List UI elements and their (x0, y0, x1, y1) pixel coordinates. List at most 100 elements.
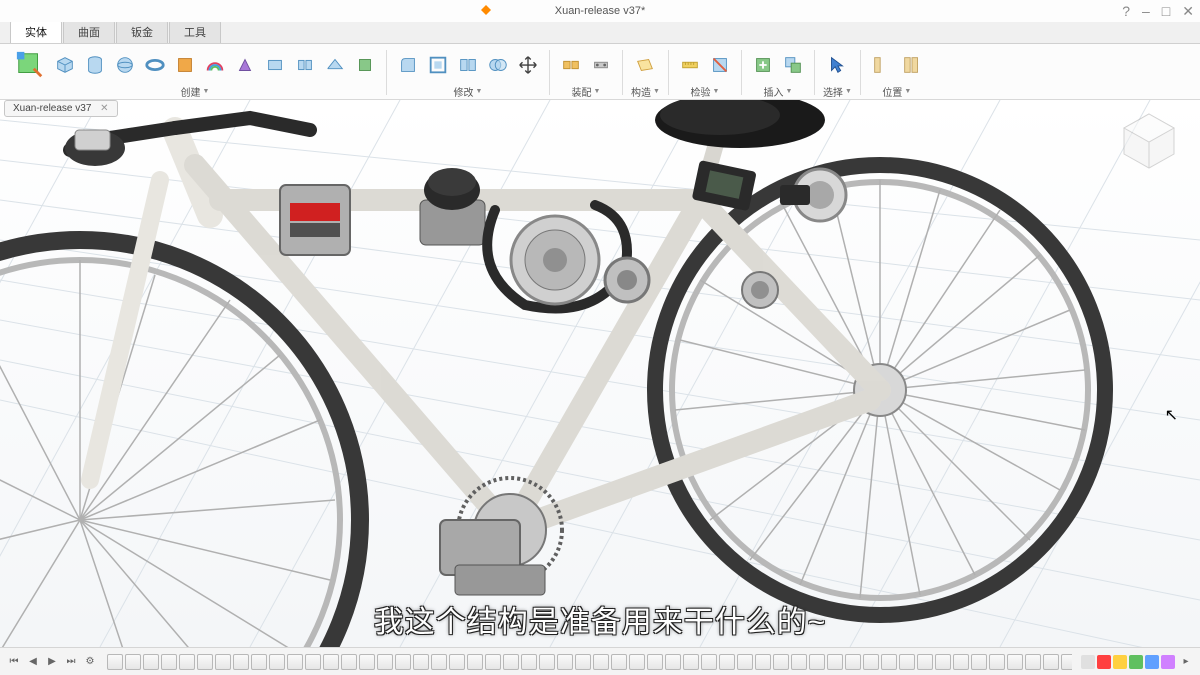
timeline-feature[interactable] (575, 654, 591, 670)
timeline-feature[interactable] (467, 654, 483, 670)
timeline-feature[interactable] (917, 654, 933, 670)
timeline-first-button[interactable]: ⏮ (6, 654, 22, 670)
timeline-features[interactable] (107, 654, 1072, 670)
sphere-icon[interactable] (112, 52, 138, 78)
prism4-icon[interactable] (322, 52, 348, 78)
timeline-next-button[interactable]: ▶ (44, 654, 60, 670)
timeline-feature[interactable] (827, 654, 843, 670)
timeline-feature[interactable] (791, 654, 807, 670)
timeline-feature[interactable] (287, 654, 303, 670)
cylinder-icon[interactable] (82, 52, 108, 78)
maximize-button[interactable]: □ (1162, 3, 1170, 20)
select-arrow-icon[interactable] (824, 52, 850, 78)
timeline-feature[interactable] (1043, 654, 1059, 670)
new-sketch-icon[interactable] (12, 47, 48, 83)
timeline-feature[interactable] (773, 654, 789, 670)
box-icon[interactable] (52, 52, 78, 78)
timeline-feature[interactable] (899, 654, 915, 670)
prism2-icon[interactable] (262, 52, 288, 78)
joint-icon[interactable] (558, 52, 584, 78)
timeline-feature[interactable] (125, 654, 141, 670)
plane-icon[interactable] (632, 52, 658, 78)
timeline-feature[interactable] (449, 654, 465, 670)
tab-tools[interactable]: 工具 (169, 20, 221, 43)
timeline-feature[interactable] (989, 654, 1005, 670)
prism5-icon[interactable] (352, 52, 378, 78)
timeline-feature[interactable] (539, 654, 555, 670)
timeline-feature[interactable] (611, 654, 627, 670)
timeline-last-button[interactable]: ⏭ (63, 654, 79, 670)
timeline-feature[interactable] (935, 654, 951, 670)
timeline-settings-button[interactable]: ⚙ (82, 654, 98, 670)
prism3-icon[interactable] (292, 52, 318, 78)
timeline-feature[interactable] (377, 654, 393, 670)
timeline-feature[interactable] (503, 654, 519, 670)
viewport-3d[interactable] (0, 100, 1200, 647)
timeline-feature[interactable] (647, 654, 663, 670)
timeline-feature[interactable] (881, 654, 897, 670)
coil-icon[interactable] (172, 52, 198, 78)
timeline-feature[interactable] (269, 654, 285, 670)
timeline-feature[interactable] (557, 654, 573, 670)
close-icon[interactable]: ✕ (100, 103, 108, 114)
close-button[interactable]: ✕ (1182, 3, 1194, 20)
timeline-feature[interactable] (161, 654, 177, 670)
timeline-feature[interactable] (845, 654, 861, 670)
tab-solid[interactable]: 实体 (10, 20, 62, 43)
timeline-prev-button[interactable]: ◀ (25, 654, 41, 670)
timeline-feature[interactable] (143, 654, 159, 670)
timeline-feature[interactable] (521, 654, 537, 670)
timeline-feature[interactable] (1025, 654, 1041, 670)
help-icon[interactable]: ? (1122, 3, 1130, 20)
timeline-feature[interactable] (179, 654, 195, 670)
timeline-feature[interactable] (359, 654, 375, 670)
prism1-icon[interactable] (232, 52, 258, 78)
timeline-feature[interactable] (1061, 654, 1072, 670)
timeline-feature[interactable] (593, 654, 609, 670)
timeline-feature[interactable] (215, 654, 231, 670)
timeline-feature[interactable] (737, 654, 753, 670)
timeline-feature[interactable] (953, 654, 969, 670)
timeline-feature[interactable] (323, 654, 339, 670)
timeline-feature[interactable] (971, 654, 987, 670)
section-icon[interactable] (707, 52, 733, 78)
timeline-feature[interactable] (233, 654, 249, 670)
ruler1-icon[interactable] (869, 52, 895, 78)
combine-icon[interactable] (485, 52, 511, 78)
tab-surface[interactable]: 曲面 (63, 20, 115, 43)
timeline-feature[interactable] (683, 654, 699, 670)
timeline-feature[interactable] (251, 654, 267, 670)
insert-icon[interactable] (750, 52, 776, 78)
ruler2-icon[interactable] (899, 52, 925, 78)
rigid-icon[interactable] (588, 52, 614, 78)
measure-icon[interactable] (677, 52, 703, 78)
derive-icon[interactable] (780, 52, 806, 78)
timeline-feature[interactable] (305, 654, 321, 670)
timeline-feature[interactable] (107, 654, 123, 670)
timeline-feature[interactable] (755, 654, 771, 670)
timeline-feature[interactable] (431, 654, 447, 670)
timeline-feature[interactable] (413, 654, 429, 670)
fillet-icon[interactable] (395, 52, 421, 78)
timeline-feature[interactable] (719, 654, 735, 670)
timeline-feature[interactable] (485, 654, 501, 670)
viewcube[interactable] (1114, 106, 1184, 176)
timeline-feature[interactable] (197, 654, 213, 670)
timeline-feature[interactable] (863, 654, 879, 670)
bicycle-model[interactable] (0, 100, 1200, 647)
timeline-feature[interactable] (629, 654, 645, 670)
timeline-feature[interactable] (1007, 654, 1023, 670)
timeline-feature[interactable] (665, 654, 681, 670)
timeline-feature[interactable] (395, 654, 411, 670)
shell-icon[interactable] (425, 52, 451, 78)
torus-icon[interactable] (142, 52, 168, 78)
tab-sheetmetal[interactable]: 钣金 (116, 20, 168, 43)
timeline-expand-icon[interactable]: ▸ (1178, 654, 1194, 670)
timeline-feature[interactable] (701, 654, 717, 670)
move-icon[interactable] (515, 52, 541, 78)
split-icon[interactable] (455, 52, 481, 78)
rainbow-icon[interactable] (202, 52, 228, 78)
timeline-feature[interactable] (341, 654, 357, 670)
timeline-feature[interactable] (809, 654, 825, 670)
minimize-button[interactable]: – (1142, 3, 1150, 20)
